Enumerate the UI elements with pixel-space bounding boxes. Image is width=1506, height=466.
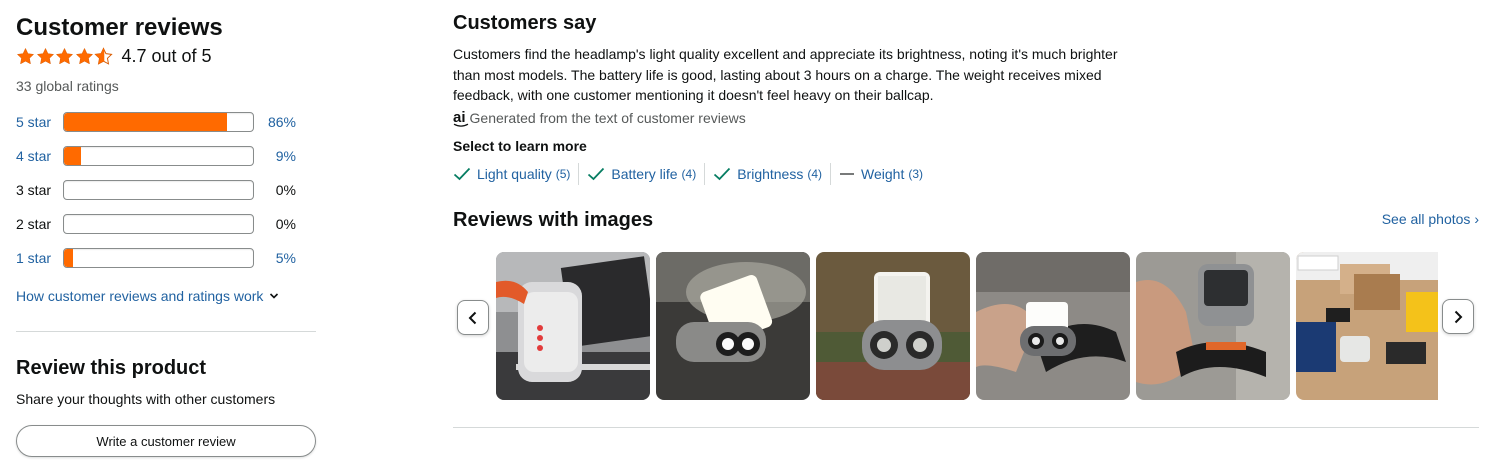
review-image-thumbnail[interactable] xyxy=(656,252,810,400)
histogram-bar[interactable] xyxy=(63,248,254,268)
review-product-title: Review this product xyxy=(16,357,207,379)
divider xyxy=(453,427,1479,428)
histogram-label[interactable]: 4 star xyxy=(16,148,63,164)
see-all-photos-label: See all photos xyxy=(1381,211,1471,227)
ai-generated-note: ai Generated from the text of customer r… xyxy=(453,109,746,127)
see-all-photos-link[interactable]: See all photos › xyxy=(1382,211,1479,227)
histogram-percent: 0% xyxy=(275,216,296,232)
review-image-thumbnail[interactable] xyxy=(1296,252,1438,400)
how-reviews-work-label: How customer reviews and ratings work xyxy=(16,288,264,304)
aspect-chip-light-quality[interactable]: Light quality (5) xyxy=(453,162,578,186)
check-icon xyxy=(453,167,471,181)
chevron-right-icon xyxy=(1454,310,1463,323)
aspect-label: Battery life xyxy=(611,166,678,182)
histogram-label[interactable]: 5 star xyxy=(16,114,63,130)
histogram-percent[interactable]: 5% xyxy=(254,250,296,266)
review-images-carousel xyxy=(496,252,1438,400)
histogram-row-1-star[interactable]: 1 star 5% xyxy=(16,247,306,269)
histogram-label[interactable]: 1 star xyxy=(16,250,63,266)
reviews-with-images-title: Reviews with images xyxy=(453,209,654,231)
histogram-percent[interactable]: 9% xyxy=(254,148,296,164)
review-image-thumbnail[interactable] xyxy=(976,252,1130,400)
customers-say-section: Customers say Customers find the headlam… xyxy=(453,0,1479,466)
global-ratings-count: 33 global ratings xyxy=(16,78,119,94)
star-full-icon xyxy=(75,47,93,64)
ai-note-text: Generated from the text of customer revi… xyxy=(469,109,746,126)
aspect-count: (3) xyxy=(908,167,924,181)
histogram-row-5-star[interactable]: 5 star 86% xyxy=(16,111,306,133)
histogram-row-4-star[interactable]: 4 star 9% xyxy=(16,145,306,167)
histogram-bar-fill xyxy=(64,147,81,165)
star-rating xyxy=(16,46,114,66)
histogram-bar[interactable] xyxy=(63,112,254,132)
aspect-label: Light quality xyxy=(477,166,552,182)
histogram-row-3-star: 3 star 0% xyxy=(16,179,306,201)
histogram-bar-fill xyxy=(64,113,227,131)
aspect-label: Weight xyxy=(861,166,905,182)
review-product-subtitle: Share your thoughts with other customers xyxy=(16,391,276,407)
histogram-label: 3 star xyxy=(16,182,52,198)
review-image-thumbnail[interactable] xyxy=(1136,252,1290,400)
histogram-percent: 0% xyxy=(275,182,296,198)
star-half-icon xyxy=(94,46,113,65)
divider xyxy=(16,331,316,332)
review-image-thumbnail[interactable] xyxy=(496,252,650,400)
histogram-percent[interactable]: 86% xyxy=(254,114,296,130)
histogram-bar xyxy=(63,180,254,200)
customers-say-title: Customers say xyxy=(453,12,597,34)
chevron-left-icon xyxy=(468,311,477,324)
star-full-icon xyxy=(36,47,54,64)
dash-icon xyxy=(839,167,855,181)
chevron-down-icon xyxy=(270,293,279,299)
star-full-icon xyxy=(55,47,74,64)
ai-icon: ai xyxy=(453,109,469,127)
aspect-chip-weight[interactable]: Weight (3) xyxy=(831,162,931,186)
aspect-chips: Light quality (5) Battery life (4) Brigh… xyxy=(453,162,931,186)
how-reviews-work-link[interactable]: How customer reviews and ratings work xyxy=(16,288,279,304)
review-image-thumbnail[interactable] xyxy=(816,252,970,400)
aspect-chip-battery-life[interactable]: Battery life (4) xyxy=(579,162,704,186)
star-full-icon xyxy=(16,47,35,64)
smile-arrow-icon xyxy=(453,123,469,127)
carousel-prev-button[interactable] xyxy=(457,300,489,335)
average-rating[interactable]: 4.7 out of 5 xyxy=(16,43,212,69)
customers-say-summary: Customers find the headlamp's light qual… xyxy=(453,46,1118,103)
check-icon xyxy=(587,167,605,181)
aspect-count: (5) xyxy=(555,167,571,181)
histogram-bar-fill xyxy=(64,249,74,267)
select-to-learn-more: Select to learn more xyxy=(453,138,587,154)
aspect-count: (4) xyxy=(681,167,697,181)
write-review-button[interactable]: Write a customer review xyxy=(16,425,316,457)
check-icon xyxy=(713,167,731,181)
histogram-bar[interactable] xyxy=(63,146,254,166)
average-rating-text: 4.7 out of 5 xyxy=(121,46,212,66)
histogram-row-2-star: 2 star 0% xyxy=(16,213,306,235)
histogram-label: 2 star xyxy=(16,216,52,232)
customer-reviews-title: Customer reviews xyxy=(16,14,223,41)
histogram-bar xyxy=(63,214,254,234)
chevron-right-icon: › xyxy=(1470,211,1479,227)
aspect-chip-brightness[interactable]: Brightness (4) xyxy=(705,162,830,186)
aspect-count: (4) xyxy=(807,167,823,181)
carousel-next-button[interactable] xyxy=(1442,299,1474,334)
aspect-label: Brightness xyxy=(737,166,804,182)
